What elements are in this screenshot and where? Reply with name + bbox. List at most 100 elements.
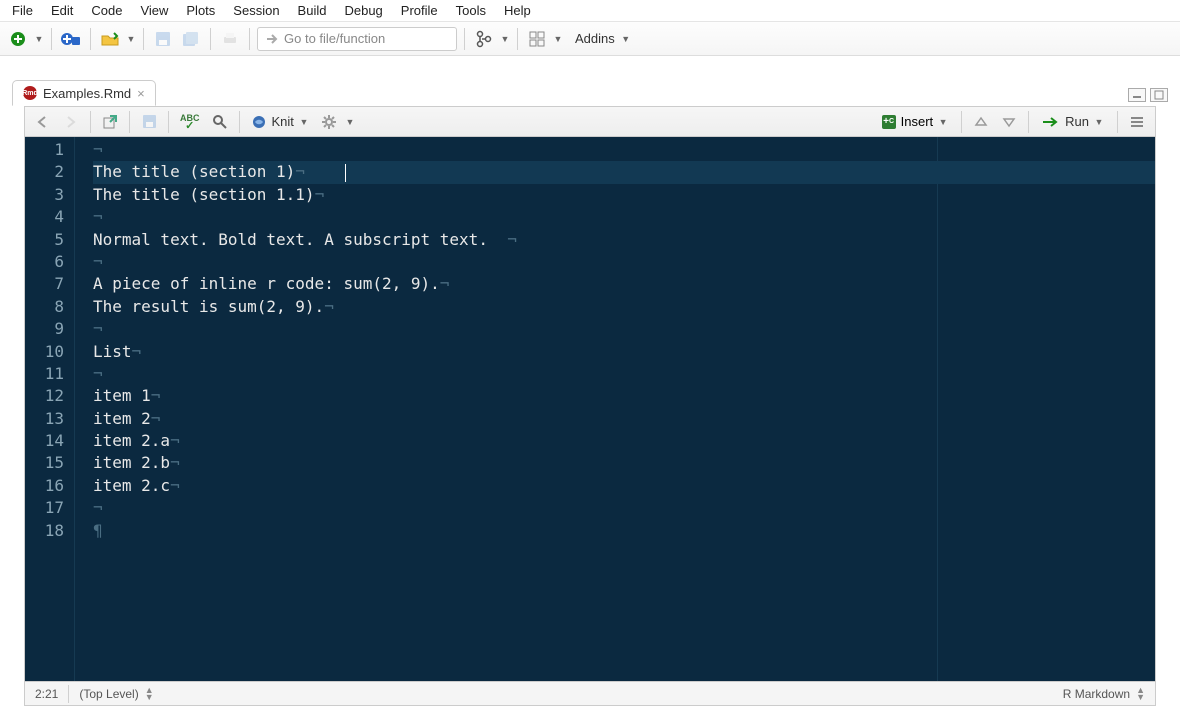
code-line[interactable]: item 1¬: [93, 385, 1155, 407]
line-number: 12: [25, 385, 64, 407]
menu-plots[interactable]: Plots: [178, 2, 223, 19]
menu-session[interactable]: Session: [225, 2, 287, 19]
maximize-pane-button[interactable]: [1150, 88, 1168, 102]
menu-tools[interactable]: Tools: [448, 2, 494, 19]
knit-label: Knit: [272, 114, 294, 129]
minimize-pane-button[interactable]: [1128, 88, 1146, 102]
line-end-marker: ¬: [170, 476, 180, 495]
menu-build[interactable]: Build: [290, 2, 335, 19]
code-line[interactable]: ¬: [93, 251, 1155, 273]
addins-button[interactable]: Addins ▼: [567, 27, 639, 51]
code-line[interactable]: The title (section 1)¬: [93, 161, 1155, 183]
line-end-marker: ¶: [93, 521, 103, 540]
menu-help[interactable]: Help: [496, 2, 539, 19]
line-number: 16: [25, 475, 64, 497]
code-line[interactable]: Normal text. Bold text. A subscript text…: [93, 229, 1155, 251]
insert-dropdown-arrow: ▼: [938, 117, 948, 127]
close-tab-button[interactable]: ×: [137, 86, 145, 101]
run-button[interactable]: Run ▼: [1036, 110, 1110, 134]
code-line[interactable]: ¶: [93, 520, 1155, 542]
separator: [90, 28, 91, 50]
menu-debug[interactable]: Debug: [336, 2, 390, 19]
knit-button[interactable]: Knit ▼: [247, 110, 313, 134]
chunk-nav-down-button[interactable]: [997, 110, 1021, 134]
vcs-dropdown[interactable]: ▼: [500, 34, 510, 44]
code-line[interactable]: item 2.a¬: [93, 430, 1155, 452]
line-end-marker: ¬: [440, 274, 450, 293]
new-project-button[interactable]: [59, 27, 83, 51]
code-line[interactable]: The result is sum(2, 9).¬: [93, 296, 1155, 318]
insert-label: Insert: [901, 114, 934, 129]
panes-button[interactable]: [525, 27, 549, 51]
line-number: 9: [25, 318, 64, 340]
code-line[interactable]: ¬: [93, 497, 1155, 519]
addins-label: Addins: [575, 31, 615, 46]
line-number: 15: [25, 452, 64, 474]
rmd-file-icon: Rmd: [23, 86, 37, 100]
line-number: 10: [25, 341, 64, 363]
menu-edit[interactable]: Edit: [43, 2, 81, 19]
code-line[interactable]: item 2¬: [93, 408, 1155, 430]
language-label: R Markdown: [1063, 687, 1130, 701]
outline-toggle-button[interactable]: [1125, 110, 1149, 134]
code-editor[interactable]: 123456789101112131415161718 ¬The title (…: [25, 137, 1155, 681]
new-file-button[interactable]: [6, 27, 30, 51]
save-all-button[interactable]: [179, 27, 203, 51]
separator: [1117, 111, 1118, 133]
new-file-dropdown[interactable]: ▼: [34, 34, 44, 44]
document-tab[interactable]: Rmd Examples.Rmd ×: [12, 80, 156, 106]
text-cursor: [345, 164, 346, 182]
line-number: 6: [25, 251, 64, 273]
show-in-new-window-button[interactable]: [98, 110, 122, 134]
scope-selector[interactable]: (Top Level) ▲▼: [79, 687, 153, 701]
code-line[interactable]: item 2.c¬: [93, 475, 1155, 497]
line-end-marker: ¬: [151, 386, 161, 405]
spellcheck-button[interactable]: ABC✓: [176, 110, 204, 134]
open-file-button[interactable]: [98, 27, 122, 51]
separator: [1028, 111, 1029, 133]
nav-forward-button[interactable]: [59, 110, 83, 134]
document-options-dropdown[interactable]: ▼: [345, 117, 355, 127]
print-button[interactable]: [218, 27, 242, 51]
goto-arrow-icon: [266, 33, 278, 45]
version-control-button[interactable]: [472, 27, 496, 51]
menu-profile[interactable]: Profile: [393, 2, 446, 19]
line-end-marker: ¬: [93, 252, 103, 271]
line-end-marker: ¬: [93, 364, 103, 383]
code-area[interactable]: ¬The title (section 1)¬The title (sectio…: [75, 137, 1155, 681]
menubar: File Edit Code View Plots Session Build …: [0, 0, 1180, 22]
save-document-button[interactable]: [137, 110, 161, 134]
goto-placeholder: Go to file/function: [284, 31, 385, 46]
language-selector[interactable]: R Markdown ▲▼: [1063, 687, 1145, 701]
run-label: Run: [1065, 114, 1089, 129]
knit-dropdown-arrow: ▼: [299, 117, 309, 127]
open-recent-dropdown[interactable]: ▼: [126, 34, 136, 44]
insert-chunk-button[interactable]: +C Insert ▼: [876, 110, 955, 134]
chunk-nav-up-button[interactable]: [969, 110, 993, 134]
line-number: 17: [25, 497, 64, 519]
nav-back-button[interactable]: [31, 110, 55, 134]
code-line[interactable]: ¬: [93, 139, 1155, 161]
line-end-marker: ¬: [93, 498, 103, 517]
menu-view[interactable]: View: [132, 2, 176, 19]
code-line[interactable]: List¬: [93, 341, 1155, 363]
code-line[interactable]: ¬: [93, 363, 1155, 385]
code-line[interactable]: item 2.b¬: [93, 452, 1155, 474]
line-number: 14: [25, 430, 64, 452]
main-toolbar: ▼ ▼ Go to file/function ▼ ▼ Addins ▼: [0, 22, 1180, 56]
find-replace-button[interactable]: [208, 110, 232, 134]
panes-dropdown[interactable]: ▼: [553, 34, 563, 44]
code-line[interactable]: ¬: [93, 318, 1155, 340]
menu-code[interactable]: Code: [83, 2, 130, 19]
code-line[interactable]: A piece of inline r code: sum(2, 9).¬: [93, 273, 1155, 295]
run-arrow-icon: [1042, 116, 1060, 128]
code-line[interactable]: The title (section 1.1)¬: [93, 184, 1155, 206]
code-line[interactable]: ¬: [93, 206, 1155, 228]
goto-file-function-input[interactable]: Go to file/function: [257, 27, 457, 51]
line-end-marker: ¬: [170, 431, 180, 450]
addins-dropdown-arrow: ▼: [621, 34, 631, 44]
document-options-button[interactable]: [317, 110, 341, 134]
line-number: 13: [25, 408, 64, 430]
menu-file[interactable]: File: [4, 2, 41, 19]
save-button[interactable]: [151, 27, 175, 51]
